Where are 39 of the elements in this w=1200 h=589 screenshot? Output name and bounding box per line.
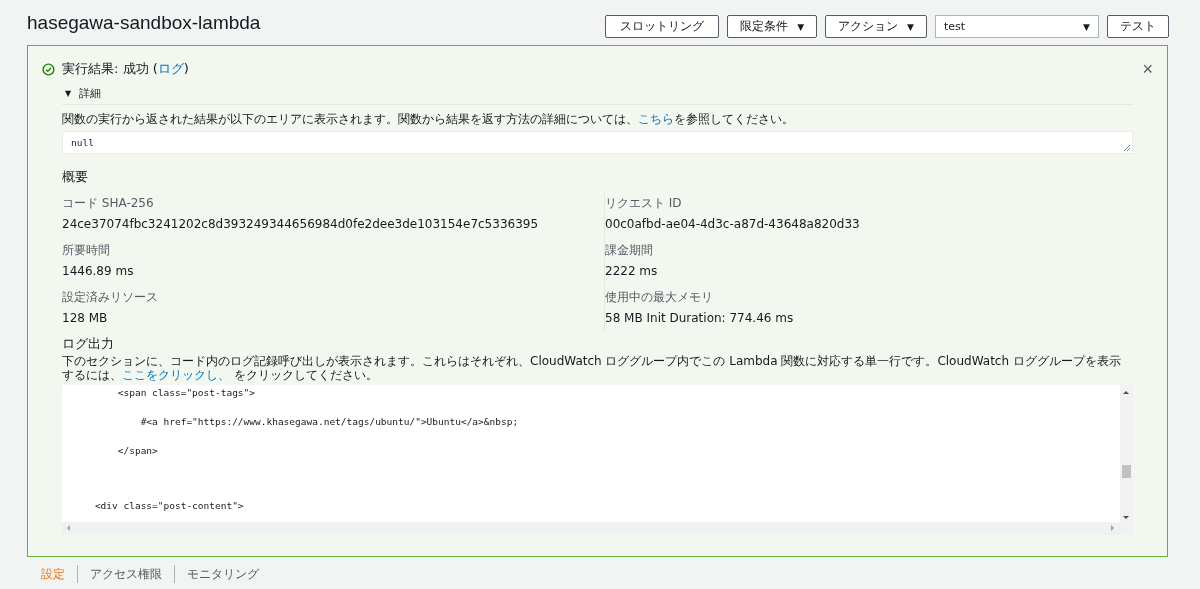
tab[interactable]: モニタリング — [175, 565, 271, 583]
dropdown-button[interactable]: 限定条件 ▼ — [727, 15, 818, 38]
resize-grip-icon[interactable] — [1123, 144, 1131, 152]
log-link[interactable]: ログ — [157, 61, 184, 76]
check-circle-icon — [42, 62, 55, 76]
result-description: 関数の実行から返された結果が以下のエリアに表示されます。関数から結果を返す方法の詳細については、こちら を参照してください。 — [62, 111, 795, 128]
summary-value: 00c0afbd-ae04-4d3c-a87d-43648a820d33 — [605, 217, 861, 231]
summary-label: 所要時間 — [62, 242, 111, 259]
summary-value: 58 MB Init Duration: 774.46 ms — [605, 311, 795, 325]
summary-label: 課金期間 — [605, 242, 654, 259]
log-output-heading: ログ出力 — [62, 335, 115, 353]
summary-value: 128 MB — [62, 311, 109, 325]
page-title: hasegawa-sandbox-lambda — [27, 11, 261, 34]
log-description: 下のセクションに、コード内のログ記録呼び出しが表示されます。これらはそれぞれ、CloudWatch ロググループ内でこの Lambda 関数に対応する単一行です。CloudWatch ロググループを表示するには、ここをクリックし、 をクリックしてください。 — [62, 354, 1122, 382]
expand-toggle-icon[interactable]: ▼ — [65, 88, 72, 98]
summary-label: リクエスト ID — [605, 195, 683, 212]
summary-value: 2222 ms — [605, 264, 659, 278]
log-line: <div class="post-content"> — [93, 499, 245, 513]
toolbar-button[interactable]: テスト — [1107, 15, 1169, 38]
log-line: <span class="post-tags"> — [116, 386, 257, 400]
summary-label: コード SHA-256 — [62, 195, 155, 212]
test-event-select[interactable]: test ▼ — [935, 15, 1099, 38]
summary-heading: 概要 — [62, 168, 89, 186]
summary-value: 24ce37074fbc3241202c8d393249344656984d0fe2dee3de103154e7c5336395 — [62, 217, 540, 231]
tab[interactable]: アクセス権限 — [78, 565, 174, 583]
result-heading: 実行結果: 成功 (ログ) — [62, 60, 189, 78]
dropdown-button[interactable]: アクション ▼ — [825, 15, 927, 38]
cloudwatch-link[interactable]: ここをクリックし、 — [122, 368, 230, 382]
docs-link[interactable]: こちら — [638, 112, 674, 126]
details-label[interactable]: 詳細 — [79, 85, 102, 101]
result-output-field[interactable]: null — [62, 131, 1133, 154]
log-line: </span> — [116, 444, 159, 458]
vertical-scrollbar[interactable] — [1120, 385, 1133, 522]
summary-label: 使用中の最大メモリ — [605, 289, 714, 306]
summary-value: 1446.89 ms — [62, 264, 135, 278]
summary-label: 設定済みリソース — [62, 289, 159, 306]
horizontal-scrollbar[interactable] — [62, 522, 1133, 535]
log-line: #<a href="https://www.khasegawa.net/tags/ubuntu/">Ubuntu</a>&nbsp; — [139, 415, 520, 429]
toolbar-button[interactable]: スロットリング — [605, 15, 720, 38]
